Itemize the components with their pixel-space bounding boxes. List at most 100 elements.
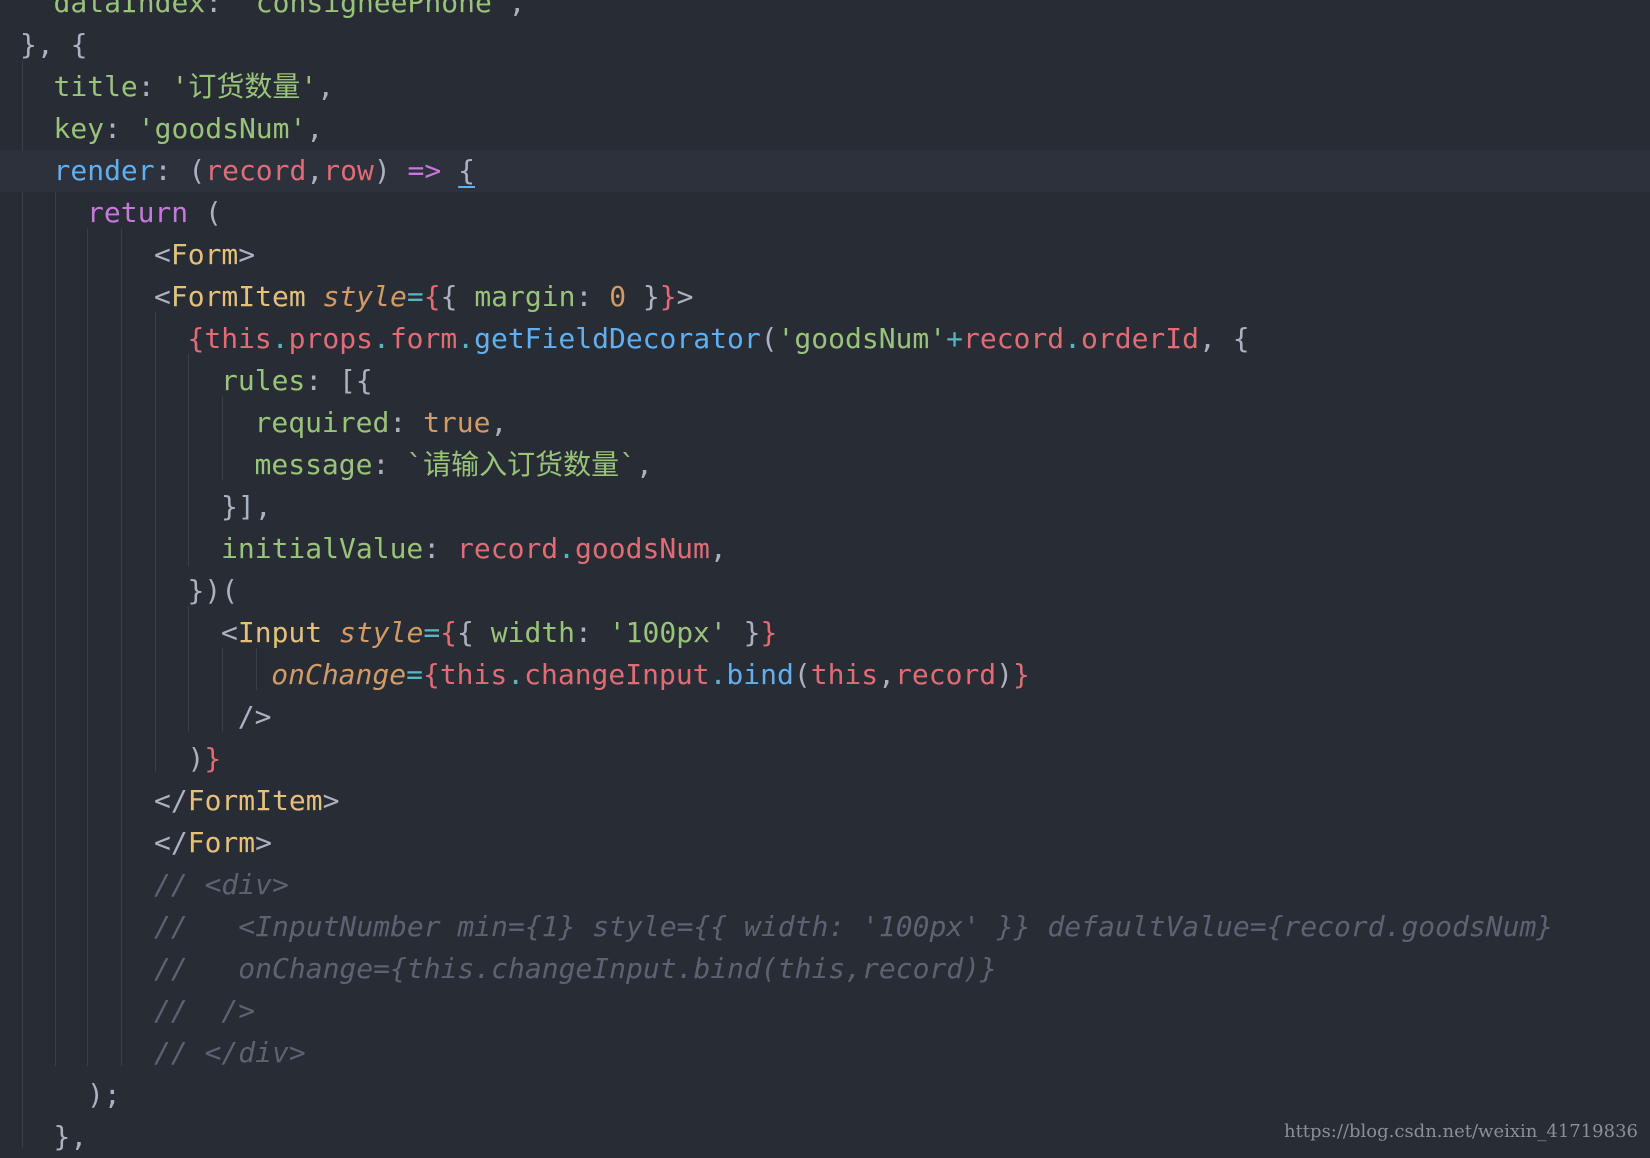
code-line-content: render: (record,row) => { bbox=[54, 150, 475, 192]
code-token: { bbox=[422, 658, 440, 691]
code-line-content: dataIndex: 'consigneePhone', bbox=[54, 0, 526, 24]
code-token: , bbox=[878, 658, 896, 691]
code-token: return bbox=[87, 196, 189, 229]
code-line[interactable]: title: '订货数量', bbox=[0, 66, 1650, 108]
code-line-content: <Form> bbox=[154, 234, 255, 276]
code-token: { bbox=[440, 616, 458, 649]
code-token: , bbox=[317, 70, 335, 103]
code-token: this bbox=[810, 658, 879, 691]
code-token: . bbox=[558, 532, 576, 565]
code-token: < bbox=[154, 238, 171, 271]
code-line-content: </Form> bbox=[154, 822, 272, 864]
code-token: </ bbox=[154, 784, 188, 817]
code-token: FormItem bbox=[187, 784, 323, 817]
code-token: initialValue bbox=[221, 532, 424, 565]
code-line[interactable]: // <div> bbox=[0, 864, 1650, 906]
code-token: = bbox=[423, 616, 441, 649]
code-line[interactable]: message: `请输入订货数量`, bbox=[0, 444, 1650, 486]
code-token: . bbox=[457, 322, 475, 355]
code-token: , { bbox=[1199, 322, 1250, 355]
code-token: : bbox=[372, 448, 407, 481]
code-token: dataIndex bbox=[53, 0, 206, 19]
code-token: Form bbox=[187, 826, 256, 859]
code-line[interactable]: render: (record,row) => { bbox=[0, 150, 1650, 192]
code-token: props bbox=[288, 322, 373, 355]
code-line[interactable]: dataIndex: 'consigneePhone', bbox=[0, 0, 1650, 24]
code-token: title bbox=[53, 70, 138, 103]
code-line[interactable]: }], bbox=[0, 486, 1650, 528]
code-token: { bbox=[440, 280, 475, 313]
code-line[interactable]: <FormItem style={{ margin: 0 }}> bbox=[0, 276, 1650, 318]
code-line[interactable]: // /> bbox=[0, 990, 1650, 1032]
code-line[interactable]: )} bbox=[0, 738, 1650, 780]
code-token: { bbox=[423, 280, 441, 313]
code-line-content: }, bbox=[54, 1116, 88, 1158]
code-line[interactable]: <Form> bbox=[0, 234, 1650, 276]
code-line[interactable]: // onChange={this.changeInput.bind(this,… bbox=[0, 948, 1650, 990]
code-token: } bbox=[204, 742, 222, 775]
code-line-content: key: 'goodsNum', bbox=[54, 108, 324, 150]
code-token: '订货数量' bbox=[171, 70, 318, 103]
code-token: > bbox=[238, 238, 256, 271]
code-token: }, { bbox=[20, 28, 88, 61]
code-token: { bbox=[457, 616, 491, 649]
code-line[interactable]: }, { bbox=[0, 24, 1650, 66]
code-token: , bbox=[306, 154, 324, 187]
code-line-content: ); bbox=[87, 1074, 121, 1116]
code-token: style bbox=[322, 280, 407, 313]
code-token: ( bbox=[760, 322, 778, 355]
code-token: key bbox=[53, 112, 105, 145]
code-line-content: })( bbox=[188, 570, 239, 612]
code-token: required bbox=[254, 406, 390, 439]
code-line[interactable]: key: 'goodsNum', bbox=[0, 108, 1650, 150]
code-line[interactable]: // <InputNumber min={1} style={{ width: … bbox=[0, 906, 1650, 948]
code-token: onChange bbox=[271, 658, 407, 691]
code-line[interactable]: {this.props.form.getFieldDecorator('good… bbox=[0, 318, 1650, 360]
code-line[interactable]: onChange={this.changeInput.bind(this,rec… bbox=[0, 654, 1650, 696]
code-token: '100px' bbox=[608, 616, 727, 649]
code-token: changeInput bbox=[524, 658, 710, 691]
code-token: /> bbox=[237, 700, 272, 733]
code-line[interactable]: /> bbox=[0, 696, 1650, 738]
code-token: : bbox=[137, 70, 172, 103]
code-line[interactable]: return ( bbox=[0, 192, 1650, 234]
code-token: . bbox=[709, 658, 727, 691]
code-line-content: // <div> bbox=[154, 864, 289, 906]
code-line-content: // onChange={this.changeInput.bind(this,… bbox=[154, 948, 997, 990]
code-editor[interactable]: dataIndex: 'consigneePhone',}, {title: '… bbox=[0, 0, 1650, 1153]
code-token: . bbox=[507, 658, 525, 691]
code-token: Input bbox=[237, 616, 323, 649]
code-token: // onChange={this.changeInput.bind(this,… bbox=[154, 952, 997, 985]
code-token: orderId bbox=[1081, 322, 1200, 355]
code-token: , bbox=[635, 448, 653, 481]
code-line[interactable]: required: true, bbox=[0, 402, 1650, 444]
code-line-content: title: '订货数量', bbox=[54, 66, 335, 108]
code-token: . bbox=[271, 322, 289, 355]
code-line[interactable]: <Input style={{ width: '100px' }} bbox=[0, 612, 1650, 654]
code-token: . bbox=[372, 322, 390, 355]
code-token: ( bbox=[188, 196, 222, 229]
code-line[interactable]: })( bbox=[0, 570, 1650, 612]
code-token: record bbox=[457, 532, 559, 565]
code-token: < bbox=[154, 280, 171, 313]
code-line[interactable]: rules: [{ bbox=[0, 360, 1650, 402]
code-line[interactable]: initialValue: record.goodsNum, bbox=[0, 528, 1650, 570]
code-token: // <div> bbox=[154, 868, 289, 901]
code-token: : bbox=[389, 406, 424, 439]
code-token: } bbox=[659, 280, 677, 313]
code-token: this bbox=[439, 658, 508, 691]
code-token: </ bbox=[154, 826, 188, 859]
code-line-content: <Input style={{ width: '100px' }} bbox=[221, 612, 777, 654]
code-token: > bbox=[676, 280, 694, 313]
code-token: })( bbox=[187, 574, 239, 607]
code-token: getFieldDecorator bbox=[474, 322, 761, 355]
code-line[interactable]: ); bbox=[0, 1074, 1650, 1116]
code-token: this bbox=[204, 322, 272, 355]
code-line-content: onChange={this.changeInput.bind(this,rec… bbox=[271, 654, 1030, 696]
code-token: } bbox=[1013, 658, 1030, 691]
code-line[interactable]: // </div> bbox=[0, 1032, 1650, 1074]
code-line[interactable]: </Form> bbox=[0, 822, 1650, 864]
code-line[interactable]: </FormItem> bbox=[0, 780, 1650, 822]
code-token: bind bbox=[726, 658, 794, 691]
